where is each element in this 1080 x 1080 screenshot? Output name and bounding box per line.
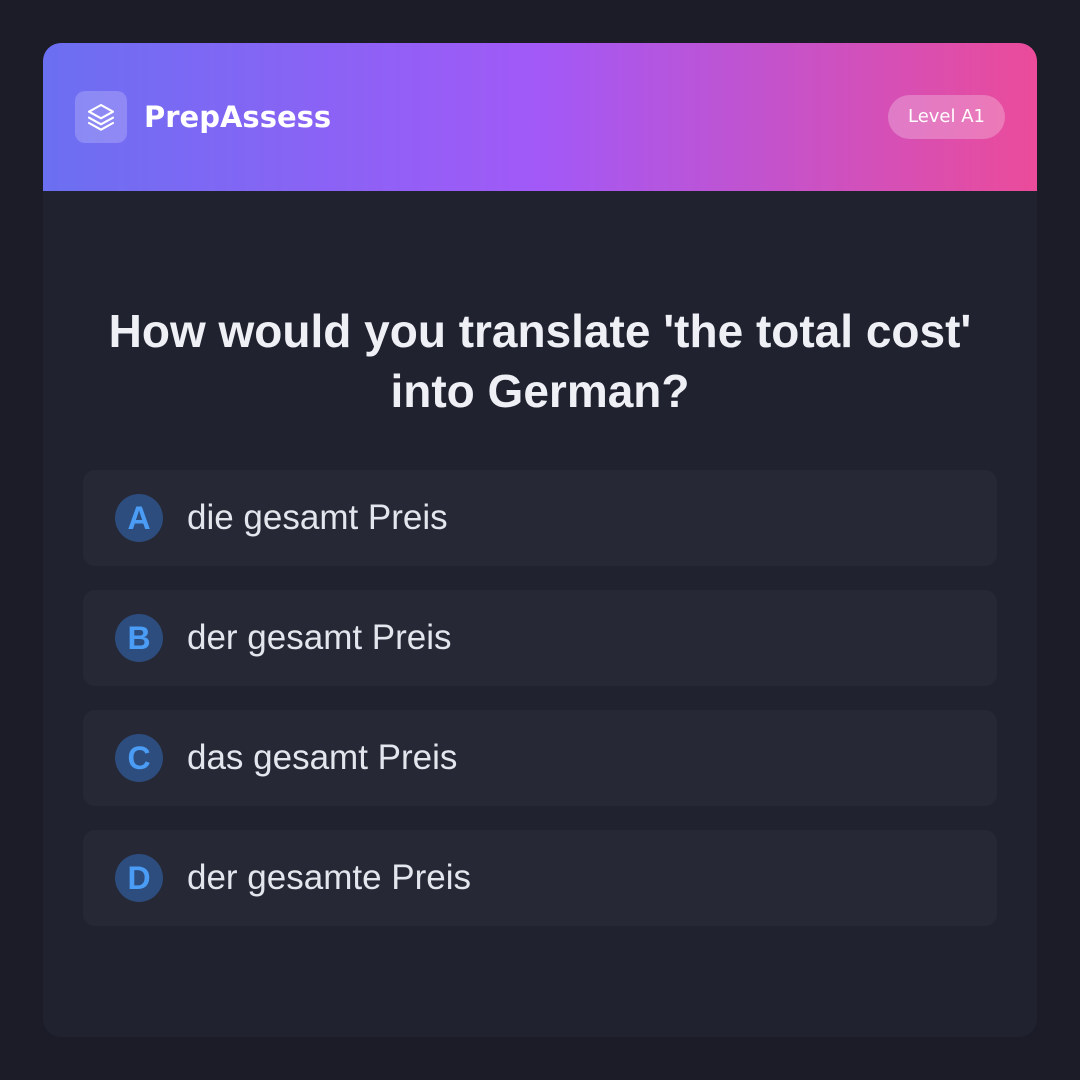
brand-name: PrepAssess [144, 100, 332, 134]
header: PrepAssess Level A1 [43, 43, 1037, 191]
answer-options: A die gesamt Preis B der gesamt Preis C … [83, 470, 997, 950]
layers-icon [87, 103, 115, 131]
option-letter-badge: C [115, 734, 163, 782]
option-b[interactable]: B der gesamt Preis [83, 590, 997, 686]
option-label: das gesamt Preis [187, 738, 458, 777]
option-label: der gesamt Preis [187, 618, 452, 657]
option-letter-badge: A [115, 494, 163, 542]
question-text: How would you translate 'the total cost'… [108, 305, 972, 417]
level-badge: Level A1 [887, 95, 1005, 139]
option-c[interactable]: C das gesamt Preis [83, 710, 997, 806]
option-letter-badge: B [115, 614, 163, 662]
option-a[interactable]: A die gesamt Preis [83, 470, 997, 566]
option-d[interactable]: D der gesamte Preis [83, 830, 997, 926]
logo [75, 91, 127, 143]
option-label: die gesamt Preis [187, 498, 448, 537]
option-letter-badge: D [115, 854, 163, 902]
option-label: der gesamte Preis [187, 858, 472, 897]
quiz-card: PrepAssess Level A1 How would you transl… [43, 43, 1037, 1037]
